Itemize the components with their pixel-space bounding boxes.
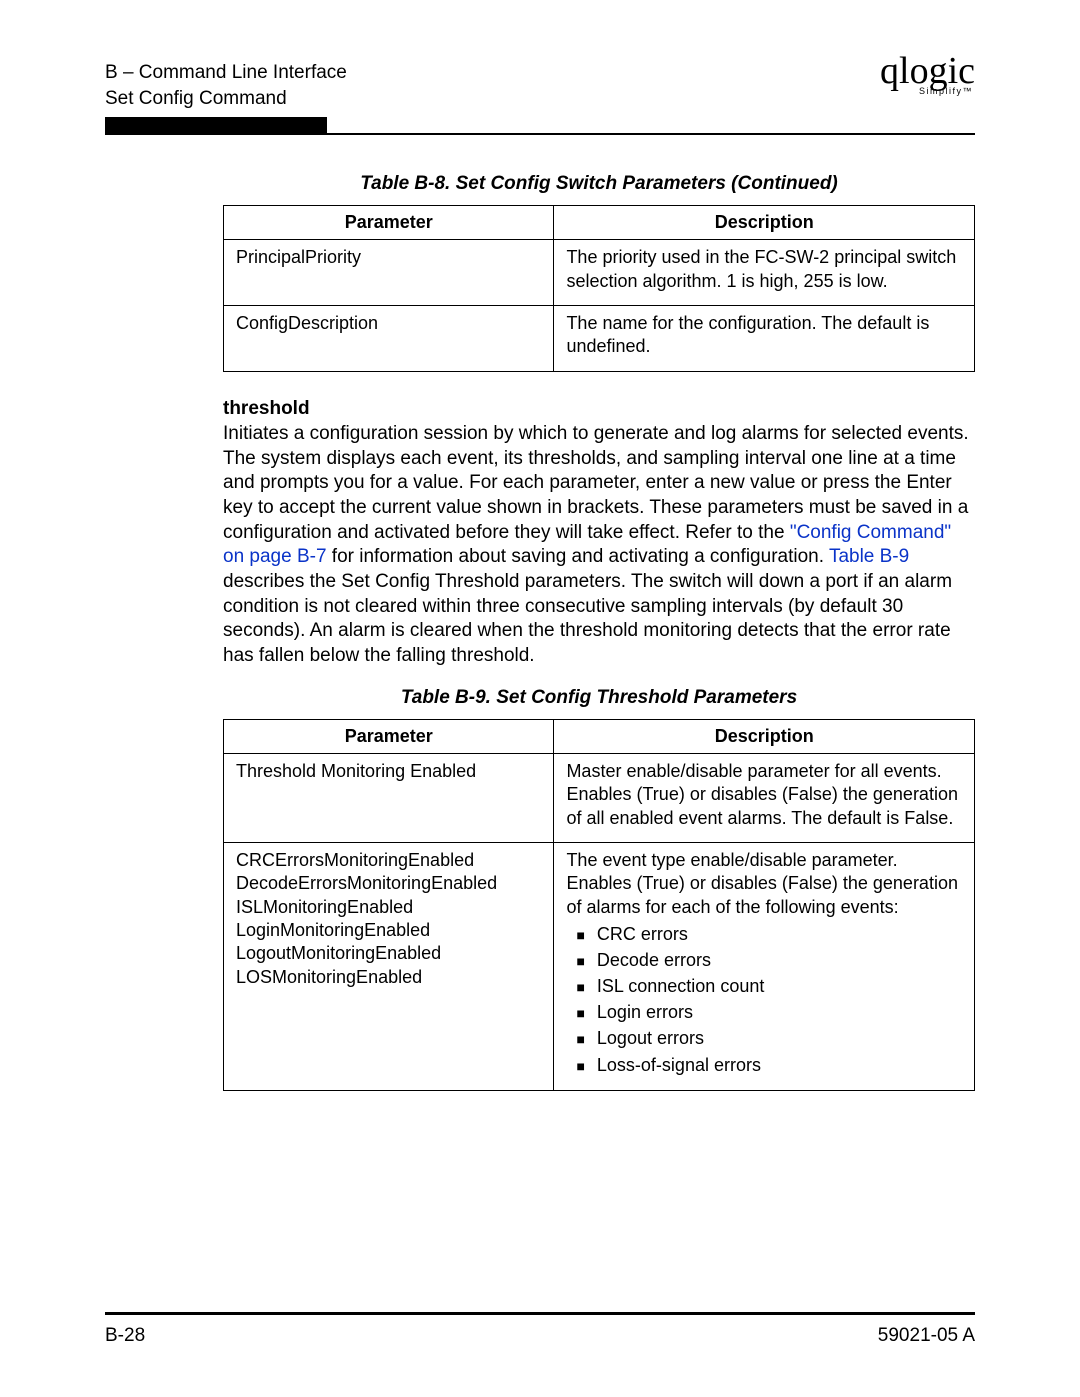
table-b9-caption: Table B-9. Set Config Threshold Paramete… (223, 687, 975, 709)
bullet-item: Loss-of-signal errors (566, 1052, 962, 1078)
table-b8-row0-desc: The priority used in the FC-SW-2 princip… (554, 240, 975, 306)
header-rule-thick (105, 117, 327, 135)
threshold-heading: threshold (223, 398, 975, 420)
table-row: ConfigDescription The name for the confi… (224, 306, 975, 372)
param-line: ISLMonitoringEnabled (236, 896, 541, 919)
page-footer: B-28 59021-05 A (105, 1312, 975, 1347)
table-row: CRCErrorsMonitoringEnabled DecodeErrorsM… (224, 842, 975, 1090)
param-line: Threshold Monitoring Enabled (236, 760, 541, 783)
table-b9-row1-desc: The event type enable/disable parameter.… (554, 842, 975, 1090)
param-line: DecodeErrorsMonitoringEnabled (236, 872, 541, 895)
brand-logo: qlogic Simplify™ (880, 52, 975, 96)
table-row: PrincipalPriority The priority used in t… (224, 240, 975, 306)
table-b9: Parameter Description Threshold Monitori… (223, 719, 975, 1091)
table-b9-link[interactable]: Table B-9 (829, 546, 909, 567)
table-b8-row1-param: ConfigDescription (224, 306, 554, 372)
bullet-item: Decode errors (566, 947, 962, 973)
table-b8-head-parameter: Parameter (224, 206, 554, 240)
header-rule-thin (327, 133, 975, 135)
threshold-text-2: for information about saving and activat… (327, 546, 829, 567)
table-b9-head-description: Description (554, 719, 975, 753)
table-b9-row0-desc: Master enable/disable parameter for all … (554, 753, 975, 842)
param-line: LogoutMonitoringEnabled (236, 942, 541, 965)
table-b8-row0-param: PrincipalPriority (224, 240, 554, 306)
header-line-1: B – Command Line Interface (105, 60, 347, 86)
table-b9-head-parameter: Parameter (224, 719, 554, 753)
threshold-paragraph: Initiates a configuration session by whi… (223, 422, 975, 669)
param-line: LoginMonitoringEnabled (236, 919, 541, 942)
bullet-item: ISL connection count (566, 973, 962, 999)
doc-number: 59021-05 A (878, 1325, 975, 1347)
table-b9-row0-param: Threshold Monitoring Enabled (224, 753, 554, 842)
param-line: LOSMonitoringEnabled (236, 966, 541, 989)
header-text-block: B – Command Line Interface Set Config Co… (105, 60, 347, 111)
bullet-item: CRC errors (566, 921, 962, 947)
table-b8-row1-desc: The name for the configuration. The defa… (554, 306, 975, 372)
bullet-item: Logout errors (566, 1025, 962, 1051)
event-bullet-list: CRC errors Decode errors ISL connection … (566, 921, 962, 1078)
param-line: CRCErrorsMonitoringEnabled (236, 849, 541, 872)
table-b9-row1-param: CRCErrorsMonitoringEnabled DecodeErrorsM… (224, 842, 554, 1090)
logo-script-text: qlogic (880, 52, 975, 90)
bullet-item: Login errors (566, 999, 962, 1025)
footer-rule (105, 1312, 975, 1315)
page-header: B – Command Line Interface Set Config Co… (105, 60, 975, 111)
header-line-2: Set Config Command (105, 86, 347, 112)
table-b8-head-description: Description (554, 206, 975, 240)
table-b8: Parameter Description PrincipalPriority … (223, 205, 975, 372)
table-row: Threshold Monitoring Enabled Master enab… (224, 753, 975, 842)
header-rule (105, 117, 975, 135)
page-number: B-28 (105, 1325, 145, 1347)
table-b8-caption: Table B-8. Set Config Switch Parameters … (223, 173, 975, 195)
threshold-text-3: describes the Set Config Threshold param… (223, 571, 952, 666)
row1-desc-text: The event type enable/disable parameter.… (566, 850, 958, 917)
